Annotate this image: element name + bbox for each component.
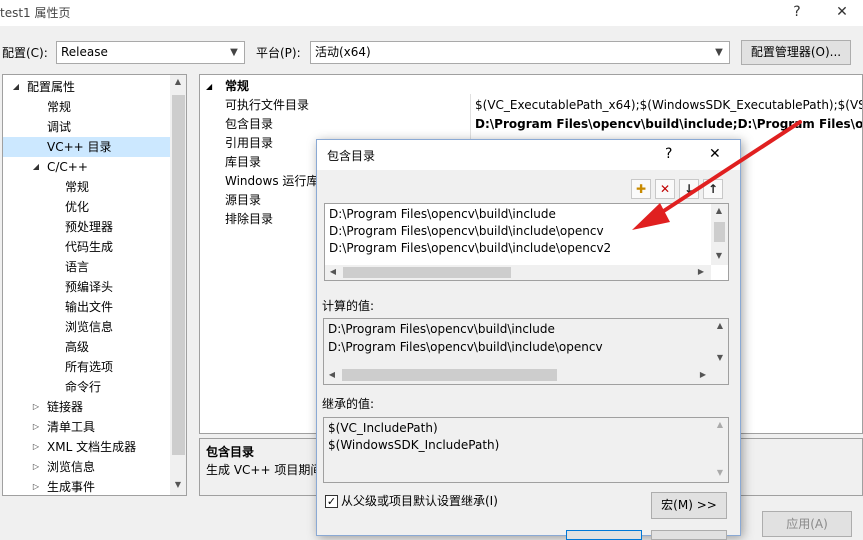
annotation-arrow <box>632 120 802 230</box>
annotation-arrow-shaft <box>654 120 802 218</box>
annotation-arrow-head <box>632 203 670 230</box>
